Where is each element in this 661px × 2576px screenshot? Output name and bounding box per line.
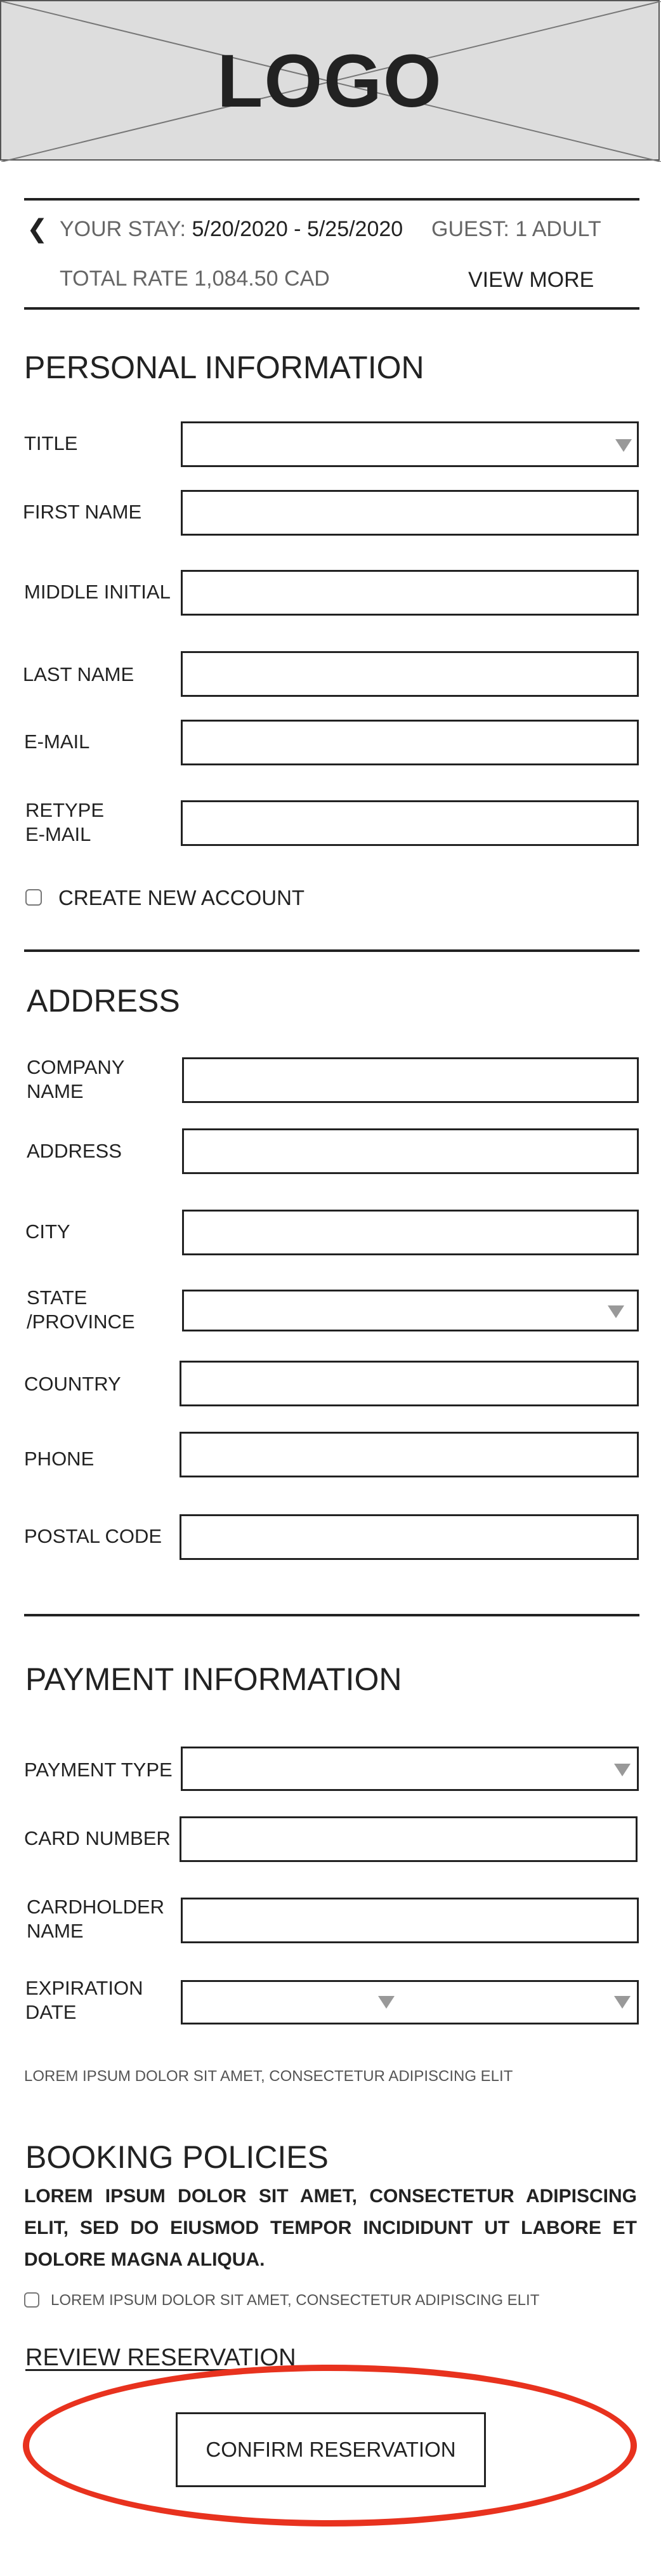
phone-label: PHONE [24, 1448, 95, 1470]
card-number-label: CARD NUMBER [24, 1827, 171, 1849]
email-input[interactable] [181, 720, 639, 765]
last-name-label: LAST NAME [23, 663, 134, 685]
title-select[interactable] [181, 421, 639, 467]
card-number-input[interactable] [180, 1816, 638, 1862]
section-title-policies: BOOKING POLICIES [25, 2139, 329, 2175]
chevron-down-icon [614, 1996, 631, 2009]
company-name-input[interactable] [182, 1057, 639, 1103]
create-account-checkbox[interactable] [25, 889, 42, 906]
cardholder-name-input[interactable] [181, 1898, 639, 1943]
payment-type-select[interactable] [181, 1747, 639, 1791]
title-label: TITLE [24, 432, 78, 454]
divider [24, 1614, 639, 1616]
middle-initial-input[interactable] [181, 570, 639, 616]
address-label: ADDRESS [27, 1140, 122, 1162]
total-rate: TOTAL RATE 1,084.50 CAD [60, 267, 330, 291]
first-name-label: FIRST NAME [23, 501, 142, 523]
expiration-year-select[interactable] [405, 1982, 637, 2023]
section-title-payment: PAYMENT INFORMATION [25, 1661, 402, 1697]
create-account-label: CREATE NEW ACCOUNT [58, 886, 305, 909]
logo: LOGO [217, 39, 443, 123]
payment-type-label: PAYMENT TYPE [24, 1759, 173, 1781]
section-title-address: ADDRESS [27, 983, 180, 1019]
divider [24, 949, 639, 952]
company-name-label: COMPANY NAME [27, 1056, 125, 1102]
city-label: CITY [25, 1220, 70, 1243]
address-input[interactable] [182, 1128, 639, 1174]
postal-code-label: POSTAL CODE [24, 1525, 162, 1547]
chevron-down-icon [378, 1996, 395, 2009]
chevron-down-icon [615, 439, 632, 452]
section-title-personal: PERSONAL INFORMATION [24, 350, 424, 385]
stay-dates: YOUR STAY: 5/20/2020 - 5/25/2020 [60, 217, 403, 241]
email-label: E-MAIL [24, 730, 90, 753]
middle-initial-label: MIDDLE INITIAL [24, 581, 171, 603]
policy-text: LOREM IPSUM DOLOR SIT AMET, CONSECTETUR … [24, 2186, 637, 2270]
expiration-date-label: EXPIRATION DATE [25, 1977, 143, 2023]
expiration-month-select[interactable] [183, 1982, 401, 2023]
divider [24, 307, 639, 310]
expiration-date-field [181, 1980, 639, 2024]
policy-agree-label: LOREM IPSUM DOLOR SIT AMET, CONSECTETUR … [51, 2292, 540, 2309]
policy-agree-checkbox[interactable] [24, 2292, 39, 2308]
country-label: COUNTRY [24, 1373, 121, 1395]
guest-count: GUEST: 1 ADULT [431, 217, 601, 241]
chevron-down-icon [614, 1764, 631, 1776]
divider [24, 198, 639, 201]
postal-code-input[interactable] [180, 1514, 639, 1560]
state-province-select[interactable] [182, 1290, 639, 1331]
payment-note: LOREM IPSUM DOLOR SIT AMET, CONSECTETUR … [24, 2068, 513, 2085]
country-input[interactable] [180, 1361, 639, 1406]
confirm-reservation-button[interactable]: CONFIRM RESERVATION [176, 2412, 486, 2487]
first-name-input[interactable] [181, 490, 639, 536]
cardholder-name-label: CARDHOLDER NAME [27, 1896, 165, 1942]
retype-email-label: RETYPE E-MAIL [25, 799, 105, 845]
retype-email-input[interactable] [181, 800, 639, 846]
view-more-link[interactable]: VIEW MORE [468, 268, 594, 293]
chevron-down-icon [608, 1305, 624, 1318]
phone-input[interactable] [180, 1432, 639, 1477]
city-input[interactable] [182, 1210, 639, 1255]
state-province-label: STATE /PROVINCE [27, 1286, 135, 1333]
back-chevron-icon[interactable]: ❮ [27, 215, 48, 244]
last-name-input[interactable] [181, 651, 639, 697]
